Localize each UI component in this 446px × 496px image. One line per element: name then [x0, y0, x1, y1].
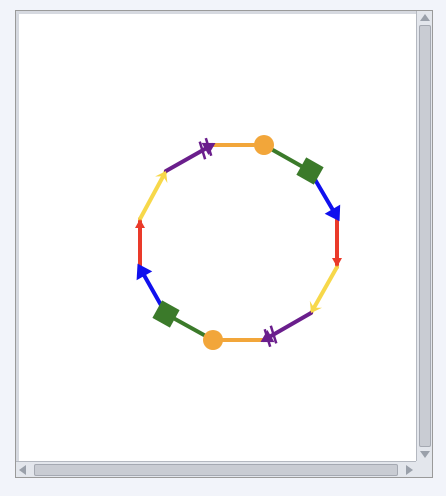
arrow-marker: [332, 258, 342, 267]
horizontal-scroll-thumb[interactable]: [34, 464, 398, 476]
cross-arrow-marker: [260, 325, 278, 348]
circle-marker-shape: [254, 135, 274, 155]
circle-marker: [254, 135, 274, 155]
cross-arrow-marker: [198, 137, 216, 160]
scroll-pane: [15, 10, 433, 478]
square-marker: [152, 300, 180, 328]
scroll-up-icon[interactable]: [420, 14, 430, 21]
ring-diagram: [135, 135, 342, 350]
arrow-marker-shape: [135, 219, 145, 228]
horizontal-scrollbar[interactable]: [16, 461, 416, 477]
scroll-down-icon[interactable]: [420, 451, 430, 458]
edge-line: [138, 169, 168, 221]
square-marker-shape: [296, 157, 324, 185]
scroll-right-icon[interactable]: [406, 465, 413, 475]
circle-marker: [203, 330, 223, 350]
vertical-scrollbar[interactable]: [416, 11, 432, 461]
arrow-marker-shape: [332, 258, 342, 267]
canvas-viewport: [19, 14, 417, 462]
circle-marker-shape: [203, 330, 223, 350]
vertical-scroll-thumb[interactable]: [419, 25, 431, 447]
square-marker: [296, 157, 324, 185]
edge-line: [309, 265, 339, 315]
scroll-corner: [416, 461, 432, 477]
arrow-marker: [135, 219, 145, 228]
scroll-left-icon[interactable]: [19, 465, 26, 475]
square-marker-shape: [152, 300, 180, 328]
